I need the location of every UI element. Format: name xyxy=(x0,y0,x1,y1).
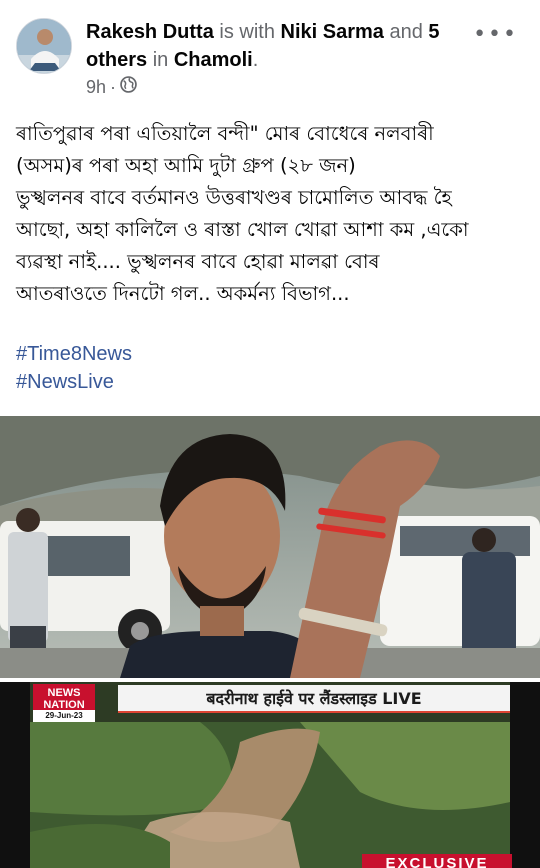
post-photo-2[interactable]: NEWS NATION 29-Jun-23 बदरीनाथ हाईवे पर ल… xyxy=(0,682,540,868)
meta-separator: · xyxy=(110,76,117,97)
author-name-link[interactable]: Rakesh Dutta xyxy=(86,21,214,43)
post-text-line: (অসম)ৰ পৰা অহা আমি দুটা গ্ৰুপ (২৮ জন) xyxy=(16,154,356,177)
exclusive-tag: EXCLUSIVE xyxy=(362,854,512,868)
post-text-line: ভুস্খলনৰ বাবে বৰ্তমানও উত্তৰাখণ্ডৰ চামোল… xyxy=(16,186,452,209)
hashtag-link-newslive[interactable]: #NewsLive xyxy=(16,368,132,396)
hashtag-link-time8news[interactable]: #Time8News xyxy=(16,340,132,368)
post-time[interactable]: 9h xyxy=(86,77,106,98)
more-options-button[interactable]: ••• xyxy=(473,22,518,47)
post-text-line: আছো, অহা কালিলৈ ও ৰাস্তা খোল খোৱা আশা কম… xyxy=(16,218,469,241)
post-text-line: ব্যৱস্থা নাই.... ভুস্খলনৰ বাবে হোৱা মালৱ… xyxy=(16,250,380,273)
broadcast-date: 29-Jun-23 xyxy=(33,710,95,722)
in-text: in xyxy=(152,49,169,71)
location-link[interactable]: Chamoli xyxy=(174,49,253,71)
with-text: is with xyxy=(219,21,275,43)
post-author-line: Rakesh Dutta is with Niki Sarma and 5 ot… xyxy=(86,18,486,74)
author-avatar[interactable] xyxy=(16,18,72,74)
post-text-line: ৰাতিপুৱাৰ পৰা এতিয়ালৈ বন্দী" মোৰ বোধেৰে… xyxy=(16,122,434,145)
post-text: ৰাতিপুৱাৰ পৰা এতিয়ালৈ বন্দী" মোৰ বোধেৰে… xyxy=(16,118,526,310)
globe-icon xyxy=(120,76,137,98)
and-text: and xyxy=(389,21,423,43)
post-photo-1[interactable] xyxy=(0,416,540,678)
post-header: Rakesh Dutta is with Niki Sarma and 5 ot… xyxy=(0,0,540,104)
news-headline: बदरीनाथ हाईवे पर लैंडस्लाइड LIVE xyxy=(118,685,510,713)
hashtags: #Time8News #NewsLive xyxy=(16,340,132,396)
tagged-user-link[interactable]: Niki Sarma xyxy=(281,21,384,43)
period-text: . xyxy=(252,49,259,71)
post-meta: 9h · xyxy=(86,76,137,98)
post-text-line: আতৰাওতে দিনটো গল.. অকৰ্মন্য বিভাগ... xyxy=(16,282,350,305)
